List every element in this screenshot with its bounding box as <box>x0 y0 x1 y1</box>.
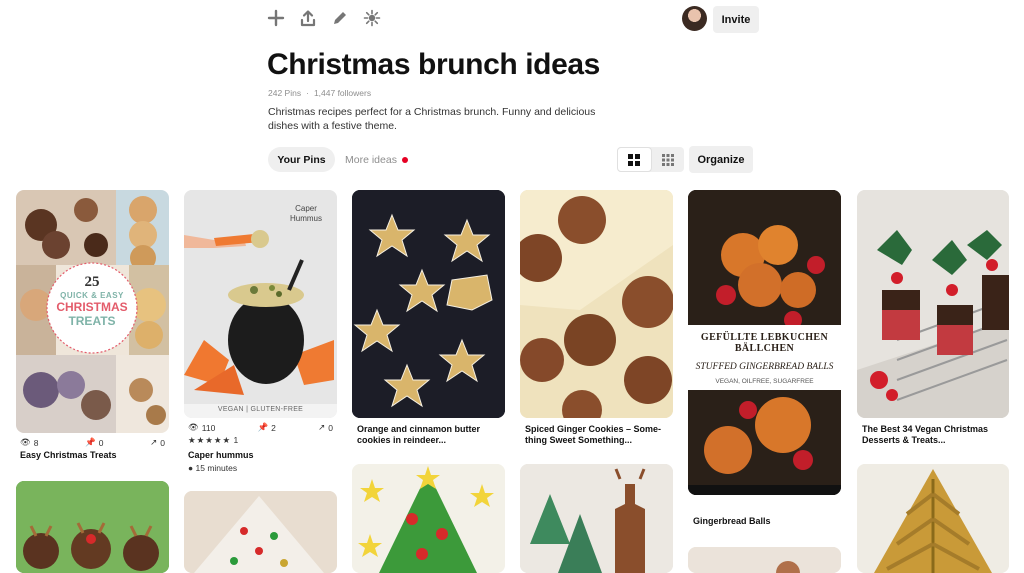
share-icon[interactable] <box>298 8 318 28</box>
overlay-title-1: Caper <box>295 204 317 213</box>
pencil-icon[interactable] <box>330 8 350 28</box>
views-stat: 👁 110 <box>188 422 216 433</box>
pin-caption[interactable]: Caper hummus <box>188 450 340 461</box>
pins-count: 242 Pins <box>268 88 302 98</box>
pin-image <box>857 464 1009 573</box>
pin-stats: 👁 8 📌 0 ↗ 0 <box>20 437 165 448</box>
cook-time: ● 15 minutes <box>188 463 238 473</box>
invite-button[interactable]: Invite <box>713 6 759 33</box>
board-description: Christmas recipes perfect for a Christma… <box>268 106 596 132</box>
pin-ginger-cookies[interactable] <box>520 190 673 418</box>
saves-stat: 📌 2 <box>257 422 276 433</box>
rating-stars: ★★★★★ <box>188 435 232 445</box>
pin-image <box>352 190 505 418</box>
tab-more-ideas[interactable]: More ideas <box>345 147 408 172</box>
views-stat: 👁 8 <box>20 437 39 448</box>
overlay-line2: CHRISTMAS <box>56 300 128 314</box>
pin-caper-hummus[interactable]: Caper Hummus VEGAN | GLUTEN-FREE <box>184 190 337 418</box>
page-title: Christmas brunch ideas <box>267 48 600 81</box>
meta-separator: · <box>306 88 309 98</box>
board-toolbar <box>266 8 382 28</box>
pin-image <box>857 190 1009 418</box>
arrow-icon: ↗ <box>318 422 326 432</box>
eye-icon: 👁 <box>20 437 31 447</box>
pin-image <box>520 190 673 418</box>
pin-vegan-christmas-desserts[interactable] <box>857 190 1009 418</box>
tab-your-pins[interactable]: Your Pins <box>268 147 335 172</box>
pin-christmas-tree-food[interactable] <box>352 464 505 573</box>
notification-dot <box>401 156 408 163</box>
overlay-line3: TREATS <box>68 314 116 328</box>
rating-count: 1 <box>233 435 239 445</box>
overlay-line1: QUICK & EASY <box>60 291 124 300</box>
pin-image <box>352 464 505 573</box>
pin-image <box>520 464 673 573</box>
pin-gingerbread-balls[interactable]: GEFÜLLTE LEBKUCHEN BÄLLCHEN STUFFED GING… <box>688 190 841 495</box>
tab-more-ideas-label: More ideas <box>345 153 397 166</box>
clicks-stat: ↗ 0 <box>318 422 333 433</box>
pin-icon: 📌 <box>257 422 269 432</box>
pin-stats: 👁 110 📌 2 ↗ 0 <box>188 422 333 433</box>
view-toggle <box>617 147 684 172</box>
overlay-subtitle: STUFFED GINGERBREAD BALLS <box>695 362 834 372</box>
grid-small-icon[interactable] <box>652 147 685 172</box>
clicks-stat: ↗ 0 <box>150 437 165 448</box>
pin-caption[interactable]: Easy Christmas Treats <box>20 450 172 461</box>
board-meta: 242 Pins · 1,447 followers <box>268 88 371 98</box>
arrow-icon: ↗ <box>150 437 158 447</box>
pin-pretzel-tree[interactable] <box>184 491 337 573</box>
saves-stat: 📌 0 <box>85 437 104 448</box>
organize-button[interactable]: Organize <box>689 146 753 173</box>
eye-icon: 👁 <box>188 422 199 432</box>
pin-orange-cinnamon-cookies[interactable] <box>352 190 505 418</box>
pin-caption[interactable]: Spiced Ginger Cookies – Some-thing Sweet… <box>525 424 677 446</box>
overlay-title: GEFÜLLTE LEBKUCHEN BÄLLCHEN <box>700 332 829 354</box>
pin-image <box>16 481 169 573</box>
pin-gingerbread-trees[interactable] <box>520 464 673 573</box>
pin-image <box>688 547 841 573</box>
sparkle-icon[interactable] <box>362 8 382 28</box>
pin-easy-christmas-treats[interactable]: 25 QUICK & EASY CHRISTMAS TREATS <box>16 190 169 433</box>
followers-count[interactable]: 1,447 followers <box>314 88 371 98</box>
pin-image <box>184 190 337 418</box>
pin-caption[interactable]: Gingerbread Balls <box>693 516 845 527</box>
pin-puff-pastry-tree[interactable] <box>857 464 1009 573</box>
overlay-tags: VEGAN, OILFREE, SUGARFREE <box>715 378 814 385</box>
avatar[interactable] <box>682 6 707 31</box>
pin-reindeer-treats[interactable] <box>16 481 169 573</box>
plus-icon[interactable] <box>266 8 286 28</box>
pin-caption[interactable]: Orange and cinnamon butter cookies in re… <box>357 424 509 446</box>
pin-column5-bottom[interactable] <box>688 547 841 573</box>
rating: ★★★★★ 1 <box>188 435 238 446</box>
overlay-number: 25 <box>84 274 100 290</box>
pin-image <box>184 491 337 573</box>
grid-large-icon[interactable] <box>617 147 652 172</box>
overlay-title-2: Hummus <box>289 214 322 223</box>
clock-icon: ● <box>188 463 194 473</box>
overlay-footer: VEGAN | GLUTEN-FREE <box>217 406 304 413</box>
pin-caption[interactable]: The Best 34 Vegan Christmas Desserts & T… <box>862 424 1014 446</box>
pin-icon: 📌 <box>85 437 96 447</box>
